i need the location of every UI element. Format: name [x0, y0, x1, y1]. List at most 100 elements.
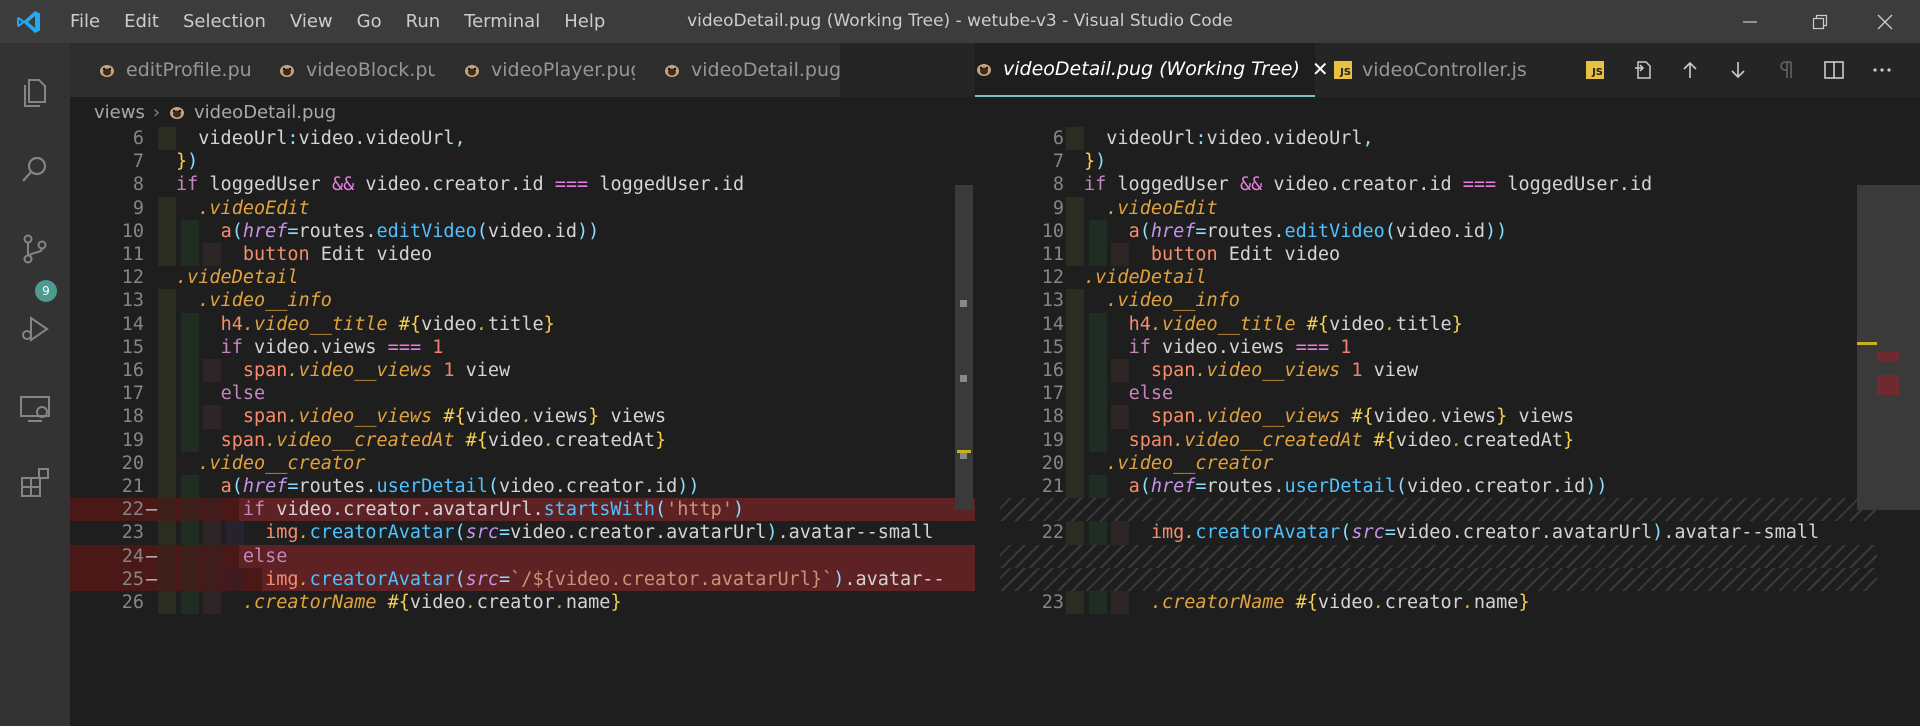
- menu-edit[interactable]: Edit: [112, 0, 171, 43]
- diff-filler-line: [1000, 567, 1877, 591]
- remote-explorer-icon[interactable]: [0, 379, 70, 439]
- js-file-icon[interactable]: JS: [1575, 43, 1615, 97]
- menu-view[interactable]: View: [278, 0, 345, 43]
- menu-selection[interactable]: Selection: [171, 0, 278, 43]
- minimize-button[interactable]: [1715, 0, 1785, 43]
- indent-guide: [158, 335, 176, 359]
- indent-guide: [158, 243, 176, 267]
- menu-terminal[interactable]: Terminal: [452, 0, 552, 43]
- more-actions-icon[interactable]: [1862, 43, 1902, 97]
- tab-videoplayer[interactable]: videoPlayer.pug: [435, 43, 642, 97]
- source-control-icon[interactable]: [0, 219, 70, 279]
- tab-videoblock[interactable]: videoBlock.pug: [250, 43, 452, 97]
- removed-text-highlight: [239, 544, 975, 568]
- close-tab-icon[interactable]: ✕: [1312, 57, 1329, 81]
- tab-label: editProfile.pug: [126, 59, 264, 81]
- code-line: 10 a(href=routes.editVideo(video.id)): [1000, 219, 1877, 243]
- menu-file[interactable]: File: [58, 0, 112, 43]
- code-line: 9 .videoEdit: [70, 196, 975, 220]
- activity-bar: 9: [0, 43, 70, 726]
- code-line: 16 span.video__views 1 view: [70, 359, 975, 383]
- code-text: .video__creator: [1106, 452, 1274, 474]
- code-text: else: [242, 545, 288, 567]
- breadcrumb-file[interactable]: videoDetail.pug: [194, 102, 336, 123]
- extensions-icon[interactable]: [0, 453, 70, 513]
- left-scrollbar[interactable]: [955, 185, 973, 510]
- search-icon[interactable]: [0, 139, 70, 199]
- explorer-icon[interactable]: [0, 63, 70, 123]
- previous-change-icon[interactable]: [1670, 43, 1710, 97]
- indent-guide: [1066, 359, 1084, 383]
- line-number: 7: [1052, 151, 1064, 173]
- code-line: 10 a(href=routes.editVideo(video.id)): [70, 219, 975, 243]
- run-debug-icon[interactable]: [0, 299, 70, 359]
- indent-guide: [158, 127, 176, 151]
- overview-ruler[interactable]: [1857, 185, 1920, 510]
- line-number: 18: [1041, 406, 1064, 428]
- open-file-icon[interactable]: [1623, 43, 1663, 97]
- indent-guide: [158, 591, 176, 615]
- indent-guide: [1066, 196, 1084, 220]
- code-text: span.video__views #{video.views} views: [242, 406, 667, 428]
- indent-guide: [158, 544, 176, 568]
- line-number: 21: [121, 476, 144, 497]
- code-text: a(href=routes.editVideo(video.id)): [220, 220, 600, 242]
- indent-guide: [1066, 382, 1084, 406]
- diff-filler-line: [1000, 544, 1877, 568]
- chevron-right-icon: ›: [152, 101, 161, 123]
- indent-guide: [1066, 451, 1084, 475]
- line-number: 19: [1041, 429, 1064, 451]
- code-text: .videDetail: [176, 267, 299, 289]
- code-text: .videoEdit: [1106, 197, 1218, 219]
- code-line: 17 else: [70, 382, 975, 406]
- breadcrumb: views › videoDetail.pug: [70, 97, 336, 127]
- tab-videodetail[interactable]: videoDetail.pug: [635, 43, 841, 97]
- code-line: 11 button Edit video: [70, 243, 975, 267]
- code-text: else: [1128, 383, 1174, 405]
- code-line: 13 .video__info: [70, 289, 975, 313]
- indent-guide: [158, 405, 176, 429]
- indent-guide: [158, 451, 176, 475]
- close-window-button[interactable]: [1850, 0, 1920, 43]
- diff-original-pane[interactable]: 6 videoUrl:video.videoUrl, 7}) 8 if loggedU…: [70, 127, 975, 726]
- code-text: img.creatorAvatar(src=`/${video.creator.…: [265, 568, 945, 590]
- indent-guide: [158, 567, 176, 591]
- tab-videocontroller[interactable]: JS videoController.js: [1328, 43, 1558, 97]
- split-editor-icon[interactable]: [1814, 43, 1854, 97]
- indent-guide: [1066, 591, 1084, 615]
- line-number: 20: [121, 452, 144, 474]
- indent-guide: [158, 498, 176, 522]
- code-line: 7}): [1000, 150, 1877, 173]
- indent-guide: [1066, 243, 1084, 267]
- menu-bar: File Edit Selection View Go Run Terminal Help: [58, 0, 617, 43]
- indent-guide: [1066, 475, 1084, 499]
- menu-help[interactable]: Help: [552, 0, 617, 43]
- tab-videodetail-working-tree[interactable]: videoDetail.pug (Working Tree) ✕: [975, 43, 1329, 97]
- line-number: 22: [1041, 522, 1064, 544]
- title-bar: File Edit Selection View Go Run Terminal Help v…: [0, 0, 1920, 43]
- menu-run[interactable]: Run: [394, 0, 453, 43]
- line-number: 6: [132, 128, 144, 149]
- diff-modified-pane[interactable]: 6 videoUrl:video.videoUrl, 7}) 8 if loggedU…: [1000, 127, 1877, 726]
- line-number: 24: [121, 545, 144, 567]
- code-text: }): [176, 151, 199, 173]
- whitespace-toggle-icon[interactable]: [1766, 43, 1806, 97]
- code-line: 18 span.video__views #{video.views} view…: [70, 405, 975, 429]
- code-line: 8 if loggedUser && video.creator.id === l…: [1000, 173, 1877, 196]
- menu-go[interactable]: Go: [345, 0, 394, 43]
- pug-icon: [975, 61, 993, 77]
- indent-guide: [1066, 405, 1084, 429]
- code-line: 12 .videDetail: [1000, 266, 1877, 289]
- line-number: 15: [121, 336, 144, 358]
- tab-editprofile[interactable]: editProfile.pug: [70, 43, 264, 97]
- js-icon: JS: [1334, 61, 1352, 79]
- next-change-icon[interactable]: [1718, 43, 1758, 97]
- indent-guide: [1066, 312, 1084, 336]
- tab-label: videoDetail.pug (Working Tree): [1003, 58, 1300, 80]
- restore-button[interactable]: [1785, 0, 1855, 43]
- tab-bar: editProfile.pug videoBlock.pug videoPlay…: [70, 43, 1920, 97]
- code-line: 18 span.video__views #{video.views} view…: [1000, 405, 1877, 429]
- line-number: 12: [1041, 267, 1064, 289]
- code-line: 20 .video__creator: [1000, 451, 1877, 475]
- breadcrumb-folder[interactable]: views: [94, 102, 145, 123]
